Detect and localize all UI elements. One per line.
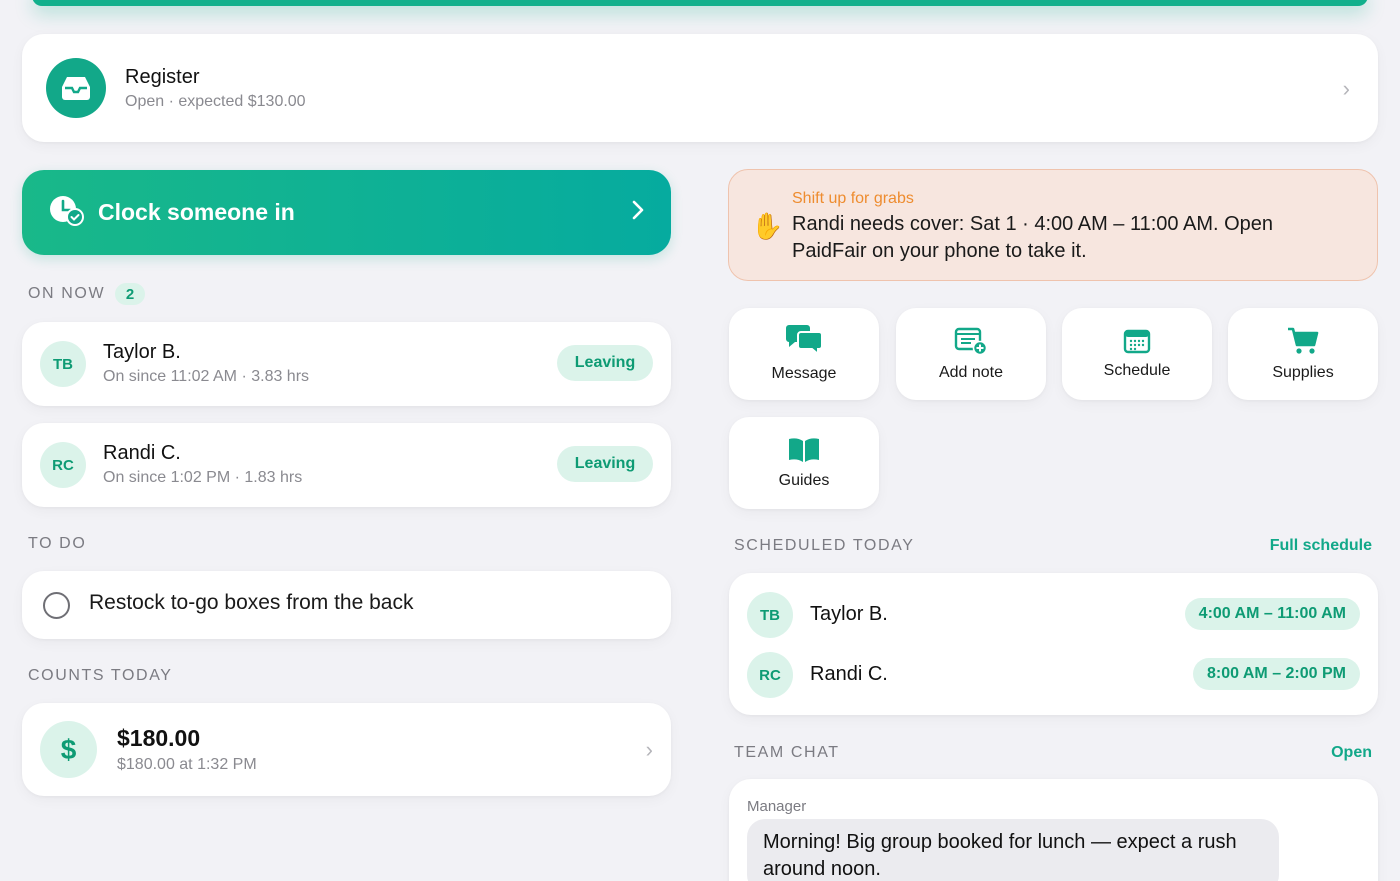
todo-checkbox[interactable] — [43, 592, 70, 619]
book-icon — [787, 436, 821, 464]
person-name: Taylor B. — [810, 603, 888, 625]
add-note-icon — [954, 326, 988, 356]
full-schedule-link[interactable]: Full schedule — [1270, 537, 1372, 555]
alert-heading: Shift up for grabs — [792, 190, 914, 207]
message-button[interactable]: Message — [729, 308, 879, 400]
tile-label: Guides — [778, 472, 830, 489]
person-name: Randi C. — [810, 663, 888, 685]
avatar: TB — [747, 592, 793, 638]
tile-label: Message — [771, 365, 837, 382]
register-tray-icon — [46, 58, 106, 118]
person-name: Taylor B. — [103, 341, 181, 363]
count-amount: $180.00 — [117, 725, 201, 751]
shift-time-badge: 8:00 AM – 2:00 PM — [1192, 658, 1360, 690]
register-card[interactable]: Register Open · expected $130.00 › — [22, 34, 1378, 142]
message-icon — [784, 325, 824, 357]
leaving-button[interactable]: Leaving — [557, 345, 653, 381]
schedule-button[interactable]: Schedule — [1062, 308, 1212, 400]
calendar-icon — [1123, 328, 1151, 354]
guides-button[interactable]: Guides — [729, 417, 879, 509]
clock-someone-in-label: Clock someone in — [98, 199, 295, 225]
supplies-button[interactable]: Supplies — [1228, 308, 1378, 400]
avatar: TB — [40, 341, 86, 387]
dollar-icon: $ — [40, 721, 97, 778]
person-on-since: On since 11:02 AM · 3.83 hrs — [103, 368, 310, 385]
tile-label: Add note — [938, 364, 1004, 381]
scheduled-today-card: TB Taylor B. 4:00 AM – 11:00 AM RC Randi… — [729, 573, 1378, 715]
clock-check-icon — [48, 194, 84, 231]
on-now-person-card[interactable]: TB Taylor B. On since 11:02 AM · 3.83 hr… — [22, 322, 671, 406]
cart-icon — [1286, 326, 1320, 356]
shift-up-for-grabs-alert[interactable]: ✋ Shift up for grabs Randi needs cover: … — [728, 169, 1378, 281]
chevron-right-icon: › — [645, 737, 653, 762]
open-team-chat-link[interactable]: Open — [1331, 744, 1372, 762]
team-chat-card[interactable]: Manager Morning! Big group booked for lu… — [729, 779, 1378, 881]
counts-today-heading: COUNTS TODAY — [28, 667, 173, 684]
message-sender: Manager — [747, 798, 807, 815]
chevron-right-icon — [631, 198, 645, 227]
register-status: Open · expected $130.00 — [125, 93, 306, 110]
leaving-button[interactable]: Leaving — [557, 446, 653, 482]
person-name: Randi C. — [103, 442, 181, 464]
register-title: Register — [125, 66, 200, 88]
scheduled-today-heading: SCHEDULED TODAY — [734, 537, 915, 554]
todo-item[interactable]: Restock to-go boxes from the back — [22, 571, 671, 639]
team-chat-heading: TEAM CHAT — [734, 744, 840, 761]
person-on-since: On since 1:02 PM · 1.83 hrs — [103, 469, 303, 486]
todo-text: Restock to-go boxes from the back — [89, 591, 414, 614]
tile-label: Schedule — [1103, 362, 1171, 379]
top-banner — [32, 0, 1368, 6]
on-now-heading: ON NOW — [28, 285, 106, 302]
add-note-button[interactable]: Add note — [896, 308, 1046, 400]
count-detail: $180.00 at 1:32 PM — [117, 756, 257, 773]
shift-time-badge: 4:00 AM – 11:00 AM — [1184, 598, 1360, 630]
on-now-count-badge: 2 — [115, 283, 145, 305]
avatar: RC — [40, 442, 86, 488]
chat-message-bubble: Morning! Big group booked for lunch — ex… — [747, 819, 1279, 881]
todo-heading: TO DO — [28, 535, 87, 552]
on-now-person-card[interactable]: RC Randi C. On since 1:02 PM · 1.83 hrs … — [22, 423, 671, 507]
tile-label: Supplies — [1272, 364, 1334, 381]
chevron-right-icon: › — [1342, 76, 1350, 101]
clock-someone-in-button[interactable]: Clock someone in — [22, 170, 671, 255]
alert-body: Randi needs cover: Sat 1 · 4:00 AM – 11:… — [792, 213, 1274, 262]
raised-hand-icon: ✋ — [751, 211, 784, 241]
count-card[interactable]: $ $180.00 $180.00 at 1:32 PM › — [22, 703, 671, 796]
avatar: RC — [747, 652, 793, 698]
